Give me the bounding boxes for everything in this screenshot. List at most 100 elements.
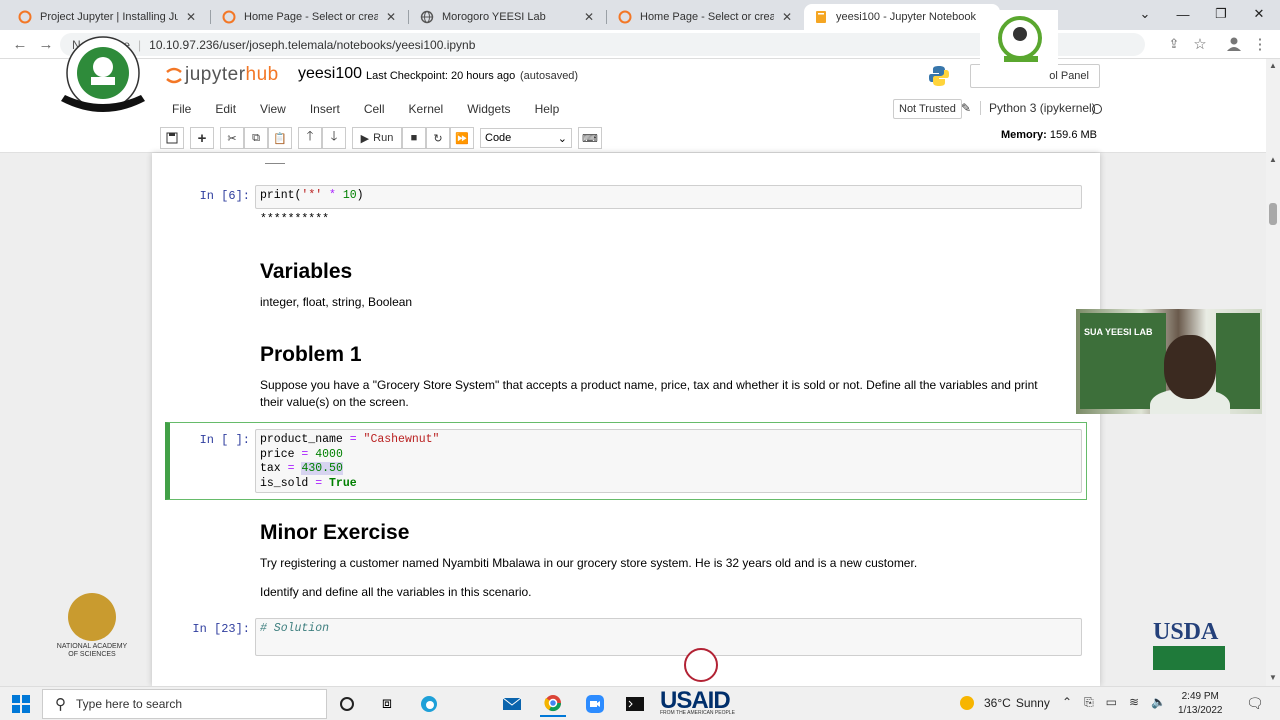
bookmark-star-icon[interactable]: ☆	[1190, 34, 1210, 54]
page-scrollbar[interactable]: ▲ ▲ ▼	[1266, 59, 1280, 686]
menu-view[interactable]: View	[260, 102, 286, 116]
maximize-icon[interactable]: ❐	[1202, 0, 1240, 28]
browser-tab[interactable]: Home Page - Select or create a n ✕	[212, 4, 408, 30]
close-icon[interactable]: ✕	[780, 10, 794, 24]
pencil-icon[interactable]: ✎	[961, 101, 971, 115]
run-button[interactable]: ▶ Run	[352, 127, 402, 149]
paste-icon[interactable]: 📋	[268, 127, 292, 149]
window-close-icon[interactable]: ✕	[1240, 0, 1278, 28]
kernel-idle-indicator-icon	[1092, 104, 1102, 114]
share-icon[interactable]: ⇪	[1164, 34, 1184, 54]
markdown-text: Suppose you have a "Grocery Store System…	[260, 378, 1038, 409]
weather-widget[interactable]: 36°C Sunny	[960, 696, 1050, 710]
menu-help[interactable]: Help	[535, 102, 560, 116]
close-icon[interactable]: ✕	[582, 10, 596, 24]
code-comment: # Solution	[260, 622, 330, 635]
code-operator: *	[322, 189, 343, 202]
menu-kernel[interactable]: Kernel	[409, 102, 444, 116]
restart-icon[interactable]: ↻	[426, 127, 450, 149]
code-line: product_name = "Cashewnut"	[260, 433, 1077, 448]
menu-bar: File Edit View Insert Cell Kernel Widget…	[160, 97, 571, 121]
windows-start-icon[interactable]	[12, 695, 30, 713]
menu-cell[interactable]: Cell	[364, 102, 385, 116]
scroll-down-arrow-icon[interactable]: ▼	[1269, 673, 1277, 682]
tab-title: Morogoro YEESI Lab	[442, 11, 546, 23]
run-label: Run	[373, 132, 394, 144]
browser-tab[interactable]: Home Page - Select or create a n ✕	[608, 4, 804, 30]
tray-chevron-up-icon[interactable]: ⌃	[1062, 695, 1072, 710]
stop-square-icon[interactable]: ■	[402, 127, 426, 149]
code-line: is_sold = True	[260, 477, 1077, 492]
jupyter-favicon-icon	[618, 10, 632, 24]
menu-file[interactable]: File	[172, 102, 191, 116]
edge-browser-icon[interactable]	[416, 691, 442, 717]
tab-title: Home Page - Select or create a n	[640, 11, 774, 23]
cortana-circle-icon[interactable]	[334, 691, 360, 717]
menu-edit[interactable]: Edit	[215, 102, 236, 116]
globe-icon	[420, 10, 434, 24]
forward-arrow-icon[interactable]: →	[36, 34, 56, 54]
cell-output: **********	[260, 213, 330, 226]
code-cell-input[interactable]: print('*' * 10)	[255, 185, 1082, 209]
code-number-highlighted: 430.50	[301, 462, 343, 475]
browser-tab[interactable]: Project Jupyter | Installing Jupyte ✕	[8, 4, 208, 30]
code-cell-input-active[interactable]: product_name = "Cashewnut" price = 4000 …	[255, 429, 1082, 493]
mail-icon[interactable]	[499, 691, 525, 717]
url-text: 10.10.97.236/user/joseph.telemala/notebo…	[149, 37, 476, 52]
close-icon[interactable]: ✕	[184, 10, 198, 24]
cell-prompt: In [ ]:	[199, 433, 250, 447]
notification-icon[interactable]: 🗨	[1246, 695, 1264, 712]
back-arrow-icon[interactable]: ←	[10, 34, 30, 54]
profile-avatar-icon[interactable]	[1224, 34, 1244, 54]
menu-kebab-icon[interactable]: ⋮	[1250, 34, 1270, 54]
keyboard-icon[interactable]: ⌨	[578, 127, 602, 149]
code-variable: price	[260, 447, 295, 461]
terminal-icon[interactable]	[622, 691, 648, 717]
menu-insert[interactable]: Insert	[310, 102, 340, 116]
task-view-icon[interactable]: ⧈	[374, 691, 400, 717]
webcam-banner: SUA YEESI LAB	[1080, 313, 1166, 409]
save-icon[interactable]	[160, 127, 184, 149]
taskbar-search-box[interactable]: ⚲ Type here to search	[42, 689, 327, 719]
scroll-up-arrow-icon[interactable]: ▲	[1269, 155, 1277, 164]
browser-tab-active[interactable]: yeesi100 - Jupyter Notebook	[804, 4, 1000, 30]
kernel-name[interactable]: Python 3 (ipykernel)	[980, 101, 1096, 115]
code-token: print	[260, 189, 295, 202]
yeesi-lab-logo	[980, 10, 1058, 68]
windows-taskbar: ⚲ Type here to search ⧈ USAID FROM THE AM…	[0, 686, 1280, 720]
cut-icon[interactable]: ✂	[220, 127, 244, 149]
cell-type-select[interactable]: Code ⌄	[480, 128, 572, 148]
close-icon[interactable]: ✕	[384, 10, 398, 24]
minimize-icon[interactable]: —	[1164, 0, 1202, 28]
move-up-arrow-icon[interactable]: 🡑	[298, 127, 322, 149]
tab-search-chevron-icon[interactable]: ⌄	[1126, 0, 1164, 28]
wifi-icon[interactable]: ≋	[1129, 695, 1139, 710]
network-icon[interactable]: ⎘	[1084, 695, 1094, 710]
code-number: 10	[342, 189, 357, 202]
tab-title: yeesi100 - Jupyter Notebook	[836, 11, 977, 23]
university-crest-logo	[61, 36, 145, 112]
move-down-arrow-icon[interactable]: 🡓	[322, 127, 346, 149]
system-clock[interactable]: 2:49 PM 1/13/2022	[1178, 690, 1223, 718]
code-variable: tax	[260, 462, 281, 475]
restart-run-all-icon[interactable]: ⏩	[450, 127, 474, 149]
code-operator: =	[308, 476, 330, 490]
notebook-toolbar: + ✂ ⧉ 📋 🡑 🡓 ▶ Run ■ ↻ ⏩ Code ⌄ ⌨	[160, 126, 602, 150]
code-string: "Cashewnut"	[363, 433, 440, 446]
display-icon[interactable]: ▭	[1106, 695, 1117, 710]
volume-icon[interactable]: 🔈	[1151, 695, 1166, 710]
scroll-up-arrow-icon[interactable]: ▲	[1269, 61, 1277, 70]
jupyterhub-logo[interactable]: jupyter hub	[163, 63, 279, 87]
trust-button[interactable]: Not Trusted	[893, 99, 962, 119]
insert-cell-plus-icon[interactable]: +	[190, 127, 214, 149]
notebook-title[interactable]: yeesi100	[298, 65, 362, 83]
play-icon: ▶	[360, 132, 370, 145]
logo-text: jupyter	[185, 64, 246, 85]
chrome-browser-icon[interactable]	[540, 691, 566, 717]
zoom-app-icon[interactable]	[582, 691, 608, 717]
menu-widgets[interactable]: Widgets	[467, 102, 510, 116]
scrollbar-thumb[interactable]	[1269, 203, 1277, 225]
usda-field-graphic	[1153, 646, 1225, 670]
browser-tab[interactable]: Morogoro YEESI Lab ✕	[410, 4, 606, 30]
copy-icon[interactable]: ⧉	[244, 127, 268, 149]
